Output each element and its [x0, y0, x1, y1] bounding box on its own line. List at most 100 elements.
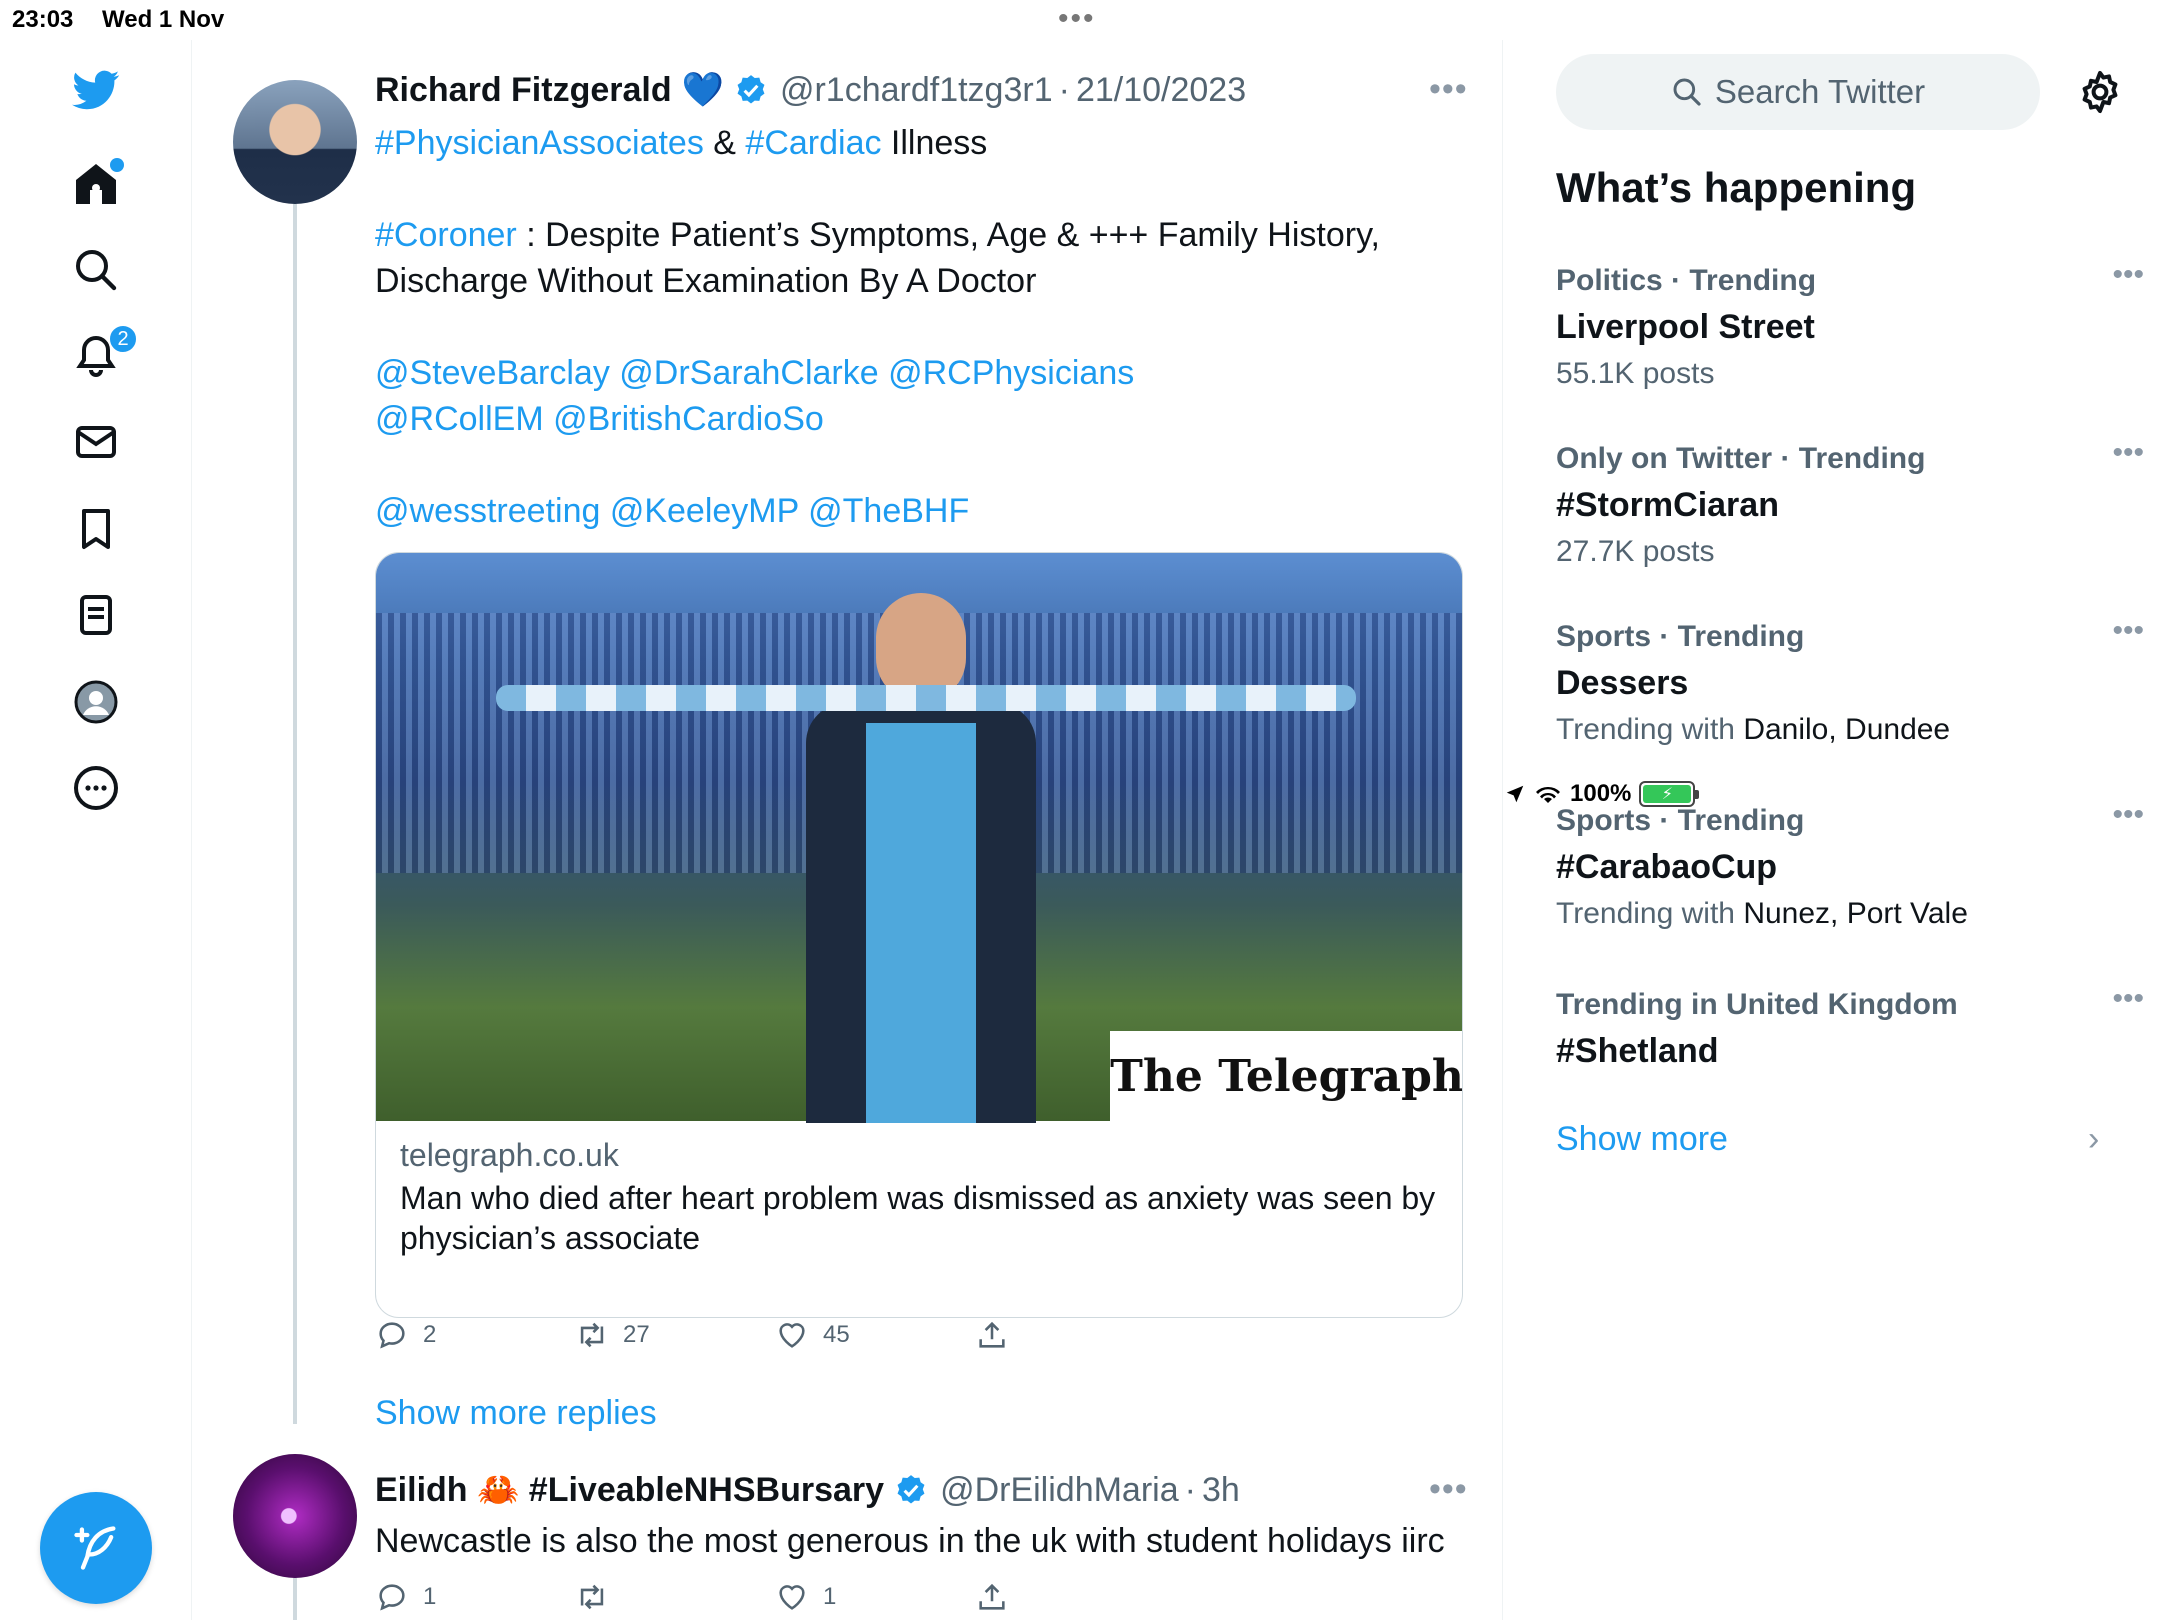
reply-count: 2 [423, 1321, 437, 1348]
notifications-badge: 2 [108, 324, 138, 354]
mentions-line-2[interactable]: @wesstreeting @KeeleyMP @TheBHF [375, 488, 1455, 534]
coroner-text: : Despite Patient’s Symptoms, Age & +++ … [375, 216, 1390, 300]
more-icon[interactable] [66, 758, 126, 818]
search-placeholder: Search Twitter [1714, 73, 1926, 110]
text-illness: Illness [881, 124, 988, 162]
card-title: Man who died after heart problem was dis… [400, 1180, 1436, 1256]
reply-time[interactable]: 3h [1202, 1471, 1240, 1510]
reply-share-button[interactable] [975, 1580, 1009, 1614]
link-card[interactable]: The Telegraph telegraph.co.uk Man who di… [375, 552, 1463, 1318]
verified-icon [737, 75, 765, 104]
richard-fitzgerald-avatar[interactable] [233, 80, 357, 204]
hashtag-physicianassociates[interactable]: #PhysicianAssociates [375, 124, 704, 162]
trend-more-icon[interactable]: ••• [2112, 258, 2144, 292]
compose-feather-icon [74, 1526, 116, 1570]
trend-context: Sports · Trending [1556, 620, 1805, 653]
home-new-dot [110, 158, 124, 172]
like-button[interactable]: 45 [775, 1318, 850, 1352]
tweet-more-icon[interactable]: ••• [1429, 70, 1468, 109]
like-count: 45 [823, 1321, 850, 1348]
reply-separator: · [1184, 1470, 1196, 1509]
reply-header: Eilidh 🦀 #LiveableNHSBursary @DrEilidhMa… [375, 1470, 1240, 1510]
trend-item[interactable]: Politics · Trending Liverpool Street 55.… [1556, 258, 2144, 391]
status-bar: 23:03 Wed 1 Nov ••• 100% ⚡ [0, 0, 2160, 807]
left-navigation: 2 [0, 40, 192, 1620]
trend-item[interactable]: Sports · Trending Dessers Trending with … [1556, 614, 2144, 747]
eilidh-avatar[interactable] [233, 1454, 357, 1578]
text-amp: & [703, 124, 746, 162]
trending-with-names: Nunez, Port Vale [1743, 897, 1968, 930]
trend-title: Liverpool Street [1556, 308, 1815, 346]
trend-context: Sports · Trending [1556, 804, 1805, 837]
author-handle[interactable]: @r1chardf1tzg3r1 [780, 71, 1053, 110]
home-icon[interactable] [66, 154, 126, 214]
trending-with-names: Danilo, Dundee [1743, 713, 1951, 746]
retweet-count: 27 [623, 1321, 650, 1348]
tweet-line-1: #PhysicianAssociates & #Cardiac Illness [375, 120, 1455, 166]
trend-subtext: Trending with Danilo, Dundee [1556, 713, 2116, 747]
trend-item[interactable]: Trending in United Kingdom #Shetland ••• [1556, 982, 2144, 1071]
retweet-icon [580, 1584, 604, 1610]
reply-reply-count: 1 [423, 1583, 437, 1610]
reply-text: Newcastle is also the most generous in t… [375, 1522, 1445, 1560]
twitter-logo-icon[interactable] [66, 60, 126, 120]
reply-like-count: 1 [823, 1583, 837, 1610]
heart-icon [779, 1585, 805, 1610]
notifications-icon[interactable]: 2 [66, 324, 138, 386]
reply-reply-button[interactable]: 1 [375, 1580, 436, 1614]
share-button[interactable] [975, 1318, 1009, 1352]
settings-gear-icon[interactable] [2076, 68, 2124, 116]
trend-more-icon[interactable]: ••• [2112, 436, 2144, 470]
bookmarks-icon[interactable] [66, 499, 126, 559]
trend-more-icon[interactable]: ••• [2112, 982, 2144, 1016]
card-domain: telegraph.co.uk [400, 1137, 619, 1173]
lists-icon[interactable] [66, 585, 126, 645]
trend-context: Only on Twitter · Trending [1556, 442, 1926, 475]
scarf [496, 685, 1356, 711]
reply-author-handle[interactable]: @DrEilidhMaria [940, 1471, 1179, 1510]
whats-happening-heading: What’s happening [1556, 164, 1917, 211]
mentions-line-1[interactable]: @SteveBarclay @DrSarahClarke @RCPhysicia… [375, 350, 1275, 442]
heart-emoji: 💙 [681, 71, 724, 109]
compose-tweet-button[interactable] [40, 1492, 152, 1604]
search-icon[interactable] [66, 240, 126, 300]
right-sidebar: Search Twitter What’s happening Politics… [1504, 40, 2160, 1620]
trend-context: Politics · Trending [1556, 264, 1817, 297]
multitasking-handle[interactable]: ••• [1058, 2, 1096, 36]
reply-like-button[interactable]: 1 [775, 1580, 836, 1614]
trend-item[interactable]: Sports · Trending #CarabaoCup Trending w… [1556, 798, 2144, 931]
trend-more-icon[interactable]: ••• [2112, 798, 2144, 832]
status-time: 23:03 [12, 6, 74, 33]
trend-subtext: 55.1K posts [1556, 357, 1715, 390]
search-twitter-input[interactable]: Search Twitter [1556, 54, 2040, 130]
card-meta: telegraph.co.uk Man who died after heart… [400, 1137, 1438, 1258]
trending-with-label: Trending with [1556, 713, 1744, 746]
trend-context: Trending in United Kingdom [1556, 988, 1958, 1021]
author-name[interactable]: Richard Fitzgerald [375, 71, 672, 110]
reply-retweet-button[interactable] [575, 1580, 609, 1614]
trend-subtext: 27.7K posts [1556, 535, 1715, 568]
tweet-date[interactable]: 21/10/2023 [1076, 71, 1246, 110]
trend-title: #StormCiaran [1556, 486, 1779, 524]
trend-more-icon[interactable]: ••• [2112, 614, 2144, 648]
trending-with-label: Trending with [1556, 897, 1744, 930]
show-more-trends-link[interactable]: Show more [1556, 1120, 1728, 1159]
hashtag-cardiac[interactable]: #Cardiac [745, 124, 881, 162]
profile-icon[interactable] [66, 672, 126, 732]
reply-more-icon[interactable]: ••• [1429, 1470, 1468, 1509]
thread-line-lower [293, 1576, 297, 1620]
retweet-button[interactable]: 27 [575, 1318, 650, 1352]
separator: · [1058, 70, 1070, 109]
hashtag-coroner[interactable]: #Coroner [375, 216, 517, 254]
show-more-replies-link[interactable]: Show more replies [375, 1394, 657, 1433]
reply-author-name[interactable]: Eilidh 🦀 #LiveableNHSBursary [375, 1470, 884, 1510]
tweet-header: Richard Fitzgerald 💙 @r1chardf1tzg3r1 · … [375, 70, 1246, 110]
messages-icon[interactable] [66, 412, 126, 472]
search-icon [1673, 78, 1701, 106]
chevron-right-icon[interactable]: › [2088, 1120, 2099, 1159]
fan-figure [806, 593, 1036, 1123]
reply-button[interactable]: 2 [375, 1318, 436, 1352]
timeline: Richard Fitzgerald 💙 @r1chardf1tzg3r1 · … [193, 40, 1503, 1620]
reply-icon [379, 1584, 405, 1611]
trend-item[interactable]: Only on Twitter · Trending #StormCiaran … [1556, 436, 2144, 569]
